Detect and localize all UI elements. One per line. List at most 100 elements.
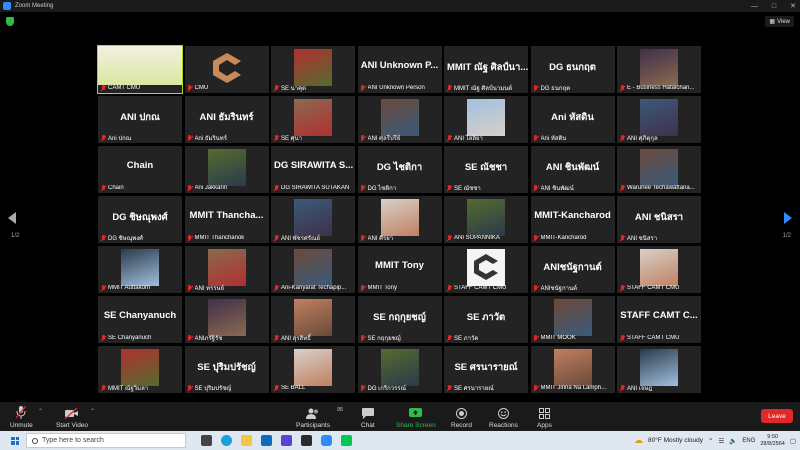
participant-tile[interactable]: ANI สุรสิทธิ์ — [271, 296, 355, 343]
terminal-icon[interactable] — [301, 435, 312, 446]
participant-tile[interactable]: CAMT CMU — [97, 45, 183, 94]
participant-tile[interactable]: DG เกริกวรรณ์ — [357, 346, 442, 393]
participant-tile[interactable]: MMIT Auttakorn — [98, 246, 182, 293]
participant-tile[interactable]: SE ศรนารายณ์ SE ศรนารายณ์ — [444, 346, 528, 393]
participant-tile[interactable]: ANI SUPANNIKA — [444, 196, 528, 243]
muted-mic-icon — [16, 405, 27, 419]
participant-tile[interactable]: E - Business Hataichan... — [617, 46, 701, 93]
wifi-icon[interactable]: ☱ — [718, 437, 724, 445]
audio-options-caret-icon[interactable]: ⌃ — [38, 408, 43, 415]
participant-tile[interactable]: SE BALL — [271, 346, 355, 393]
participant-name: ANI ศุลรีปรีย์ — [367, 136, 401, 142]
participant-tile[interactable]: DG SIRAWITA S... DG SIRAWITA SUTAKAN — [271, 146, 355, 193]
participant-tile[interactable]: STAFF CAMT CMU — [617, 246, 701, 293]
muted-mic-icon — [100, 284, 106, 292]
participant-tile[interactable]: Ani-Kanyarat Techapip... — [271, 246, 355, 293]
participant-tile[interactable]: ANI พัชรศรัณย์ — [271, 196, 355, 243]
participant-tile[interactable]: ANI ปกณ Ani ปกณ — [98, 96, 182, 143]
start-video-button[interactable]: Start Video — [56, 405, 88, 429]
participant-tile[interactable]: SE ณัชชา SE ณัชชา — [444, 146, 528, 193]
participant-tile[interactable]: ANI Unknown P... ANI Unknown Person — [357, 46, 442, 93]
security-shield-icon[interactable] — [6, 17, 14, 26]
muted-mic-icon — [619, 134, 625, 142]
participant-caption: ANI ไลลิยา — [446, 134, 526, 142]
participant-tile[interactable]: Warunee Techawattana... — [617, 146, 701, 193]
close-icon[interactable]: ✕ — [790, 2, 796, 10]
participant-caption: Ani ธัมรินทร์ — [187, 134, 267, 142]
mail-icon[interactable] — [261, 435, 272, 446]
participant-tile[interactable]: SE กฤกุยชญ์ SE กฤกุยชญ์ — [357, 296, 442, 343]
participant-tile[interactable]: Chain Chain — [98, 146, 182, 193]
participant-caption: ANI SUPANNIKA — [446, 234, 526, 242]
taskbar-search-box[interactable]: Type here to search — [26, 433, 186, 448]
volume-icon[interactable]: 🔈 — [729, 437, 737, 445]
maximize-icon[interactable]: □ — [772, 3, 776, 10]
participant-tile[interactable]: ANI ศิรยา — [357, 196, 442, 243]
participant-tile[interactable]: SE ภาวัต SE ภาวัต — [444, 296, 528, 343]
participant-tile[interactable]: STAFF CAMT CMU — [444, 246, 528, 293]
chat-button[interactable]: Chat — [361, 405, 375, 429]
unmute-button[interactable]: Unmute — [10, 405, 33, 429]
participant-tile[interactable]: MMIT Jinna Na Lamph... — [530, 346, 615, 393]
windows-start-icon[interactable] — [11, 436, 19, 445]
participant-name: SE ภาวัต — [454, 336, 479, 342]
muted-mic-icon — [360, 234, 366, 242]
participant-tile[interactable]: SE ศุนา — [271, 96, 355, 143]
participant-tile[interactable]: DG ชิษณุพงศ์ DG ชิษณุพงศ์ — [98, 196, 182, 243]
participant-tile[interactable]: ANI ชนิสรา ANI ชนิสรา — [617, 196, 701, 243]
notifications-icon[interactable]: ▢ — [790, 437, 796, 445]
file-explorer-icon[interactable] — [241, 435, 252, 446]
participant-caption: Ani หัสดิน — [533, 134, 613, 142]
participant-display-name: ANI ปกณ — [120, 112, 160, 123]
record-button[interactable]: Record — [451, 405, 472, 429]
tray-chevron-icon[interactable]: ⌃ — [708, 437, 713, 445]
minimize-icon[interactable]: — — [751, 3, 758, 10]
participant-tile[interactable]: Ani หัสดิน Ani หัสดิน — [530, 96, 615, 143]
muted-mic-icon — [533, 234, 539, 242]
participant-tile[interactable]: ANIภรัฐิรัช — [184, 296, 269, 343]
participant-tile[interactable]: DG ไชติกา DG ไชติกา — [357, 146, 442, 193]
participant-tile[interactable]: MMIT MOOK — [530, 296, 615, 343]
participant-tile[interactable]: ANI ศุภิตุกุล — [617, 96, 701, 143]
leave-button[interactable]: Leave — [761, 409, 793, 423]
weather-text[interactable]: 80°F Mostly cloudy — [648, 437, 703, 444]
participant-tile[interactable]: Ani Jakkarin — [184, 146, 269, 193]
participant-tile[interactable]: MMIT Tony MMIT Tony — [357, 246, 442, 293]
participant-tile[interactable]: MMIT ณัฐ ศิลป์นา... MMIT ณัฐ ศิลป์นามนต์ — [444, 46, 528, 93]
participant-tile[interactable]: ANI ทรรษย์ — [184, 246, 269, 293]
participant-tile[interactable]: CMU — [184, 46, 269, 93]
participant-tile[interactable]: STAFF CAMT C... STAFF CAMT CMU — [617, 296, 701, 343]
participant-tile[interactable]: ANI ธัมรินทร์ Ani ธัมรินทร์ — [184, 96, 269, 143]
language-icon[interactable]: ENG — [742, 438, 755, 444]
participant-caption: DG SIRAWITA SUTAKAN — [273, 184, 353, 192]
apps-button[interactable]: Apps — [537, 405, 552, 429]
participant-name: ANI Unknown Person — [367, 85, 425, 91]
participant-tile[interactable]: ANI เจษฎ — [617, 346, 701, 393]
next-page-arrow-icon[interactable] — [784, 212, 792, 224]
participant-tile[interactable]: SE นาคุด — [271, 46, 355, 93]
view-button[interactable]: ▦ View — [765, 16, 794, 27]
participants-button[interactable]: Participants — [296, 405, 330, 429]
participant-tile[interactable]: ANI ไลลิยา — [444, 96, 528, 143]
participant-tile[interactable]: MMIT Thancha... MMIT Thanchanok — [184, 196, 269, 243]
share-screen-button[interactable]: Share Screen — [396, 405, 436, 429]
reactions-button[interactable]: Reactions — [489, 405, 518, 429]
participant-tile[interactable]: SE Chanyanuch SE Chanyanuch — [98, 296, 182, 343]
line-app-icon[interactable] — [341, 435, 352, 446]
participant-tile[interactable]: MMIT-Kancharod MMIT-Kancharod — [530, 196, 615, 243]
video-options-caret-icon[interactable]: ⌃ — [90, 408, 95, 415]
zoom-app-icon[interactable] — [321, 435, 332, 446]
task-view-icon[interactable] — [201, 435, 212, 446]
participant-tile[interactable]: ANIชนัฐกานต์ ANIชนัฐกานต์ — [530, 246, 615, 293]
edge-browser-icon[interactable] — [221, 435, 232, 446]
participant-tile[interactable]: MMIT ณัฐวิมลา — [98, 346, 182, 393]
taskbar-clock[interactable]: 9:50 28/8/2564 — [760, 434, 784, 448]
smiley-icon — [497, 405, 509, 419]
participant-tile[interactable]: DG ธนกฤต DG ธนกฤต — [530, 46, 615, 93]
participant-tile[interactable]: SE ปุริมปรัชญ์ SE ปุริมปรัชญ์ — [184, 346, 269, 393]
previous-page-arrow-icon[interactable] — [8, 212, 16, 224]
participant-tile[interactable]: ANI ชินพัฒน์ ANI ชินพัฒน์ — [530, 146, 615, 193]
anime-avatar-picture — [553, 299, 592, 336]
participant-tile[interactable]: ANI ศุลรีปรีย์ — [357, 96, 442, 143]
visual-studio-icon[interactable] — [281, 435, 292, 446]
